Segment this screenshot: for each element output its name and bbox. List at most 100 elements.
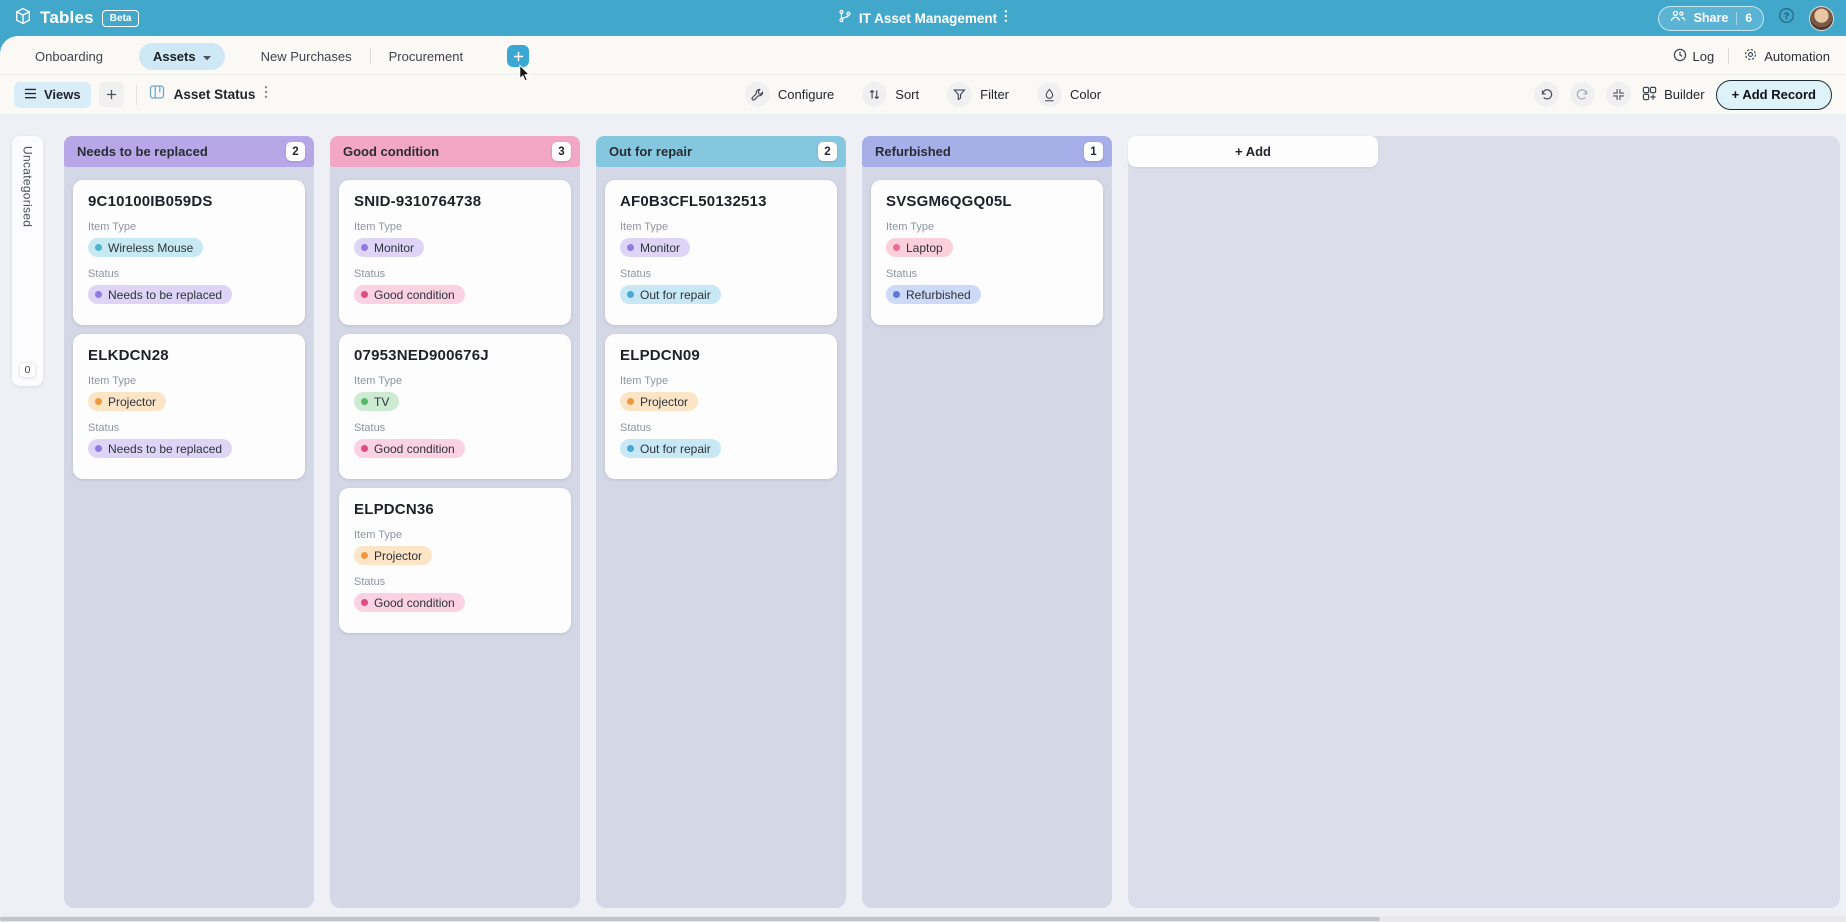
column-title: Out for repair — [609, 144, 693, 159]
pill-dot — [361, 552, 368, 559]
status-pill[interactable]: Needs to be replaced — [88, 439, 233, 458]
horizontal-scrollbar[interactable] — [0, 916, 1846, 922]
field-label-item-type: Item Type — [354, 221, 403, 233]
share-button[interactable]: Share 6 — [1657, 5, 1764, 31]
kanban-view-icon — [149, 84, 165, 105]
field-label-item-type: Item Type — [88, 375, 137, 387]
item-type-pill[interactable]: Projector — [620, 392, 699, 411]
status-pill[interactable]: Good condition — [354, 439, 465, 458]
beta-badge: Beta — [101, 9, 140, 27]
pill-label: Monitor — [640, 240, 681, 255]
view-menu-icon[interactable] — [264, 85, 268, 104]
sort-button[interactable]: Sort — [862, 82, 919, 107]
add-record-button[interactable]: + Add Record — [1715, 79, 1832, 110]
status-pill[interactable]: Good condition — [354, 285, 465, 304]
record-card[interactable]: ELPDCN36 Item Type Projector Status Good… — [339, 488, 571, 633]
pill-dot — [893, 291, 900, 298]
pill-label: Good condition — [374, 287, 455, 302]
branch-icon — [838, 9, 852, 28]
kanban-board: Uncategorised 0 Needs to be replaced 2 9… — [0, 114, 1846, 922]
column-header[interactable]: Needs to be replaced 2 — [64, 136, 314, 167]
pill-label: Wireless Mouse — [108, 240, 194, 255]
add-view-button[interactable] — [98, 82, 124, 107]
record-card[interactable]: SVSGM6QGQ05L Item Type Laptop Status Ref… — [871, 180, 1103, 325]
status-pill[interactable]: Out for repair — [620, 439, 721, 458]
record-card[interactable]: SNID-9310764738 Item Type Monitor Status… — [339, 180, 571, 325]
configure-label: Configure — [777, 87, 835, 102]
builder-button[interactable]: Builder — [1642, 86, 1705, 104]
automation-button[interactable]: Automation — [1743, 47, 1830, 65]
record-card[interactable]: ELPDCN09 Item Type Projector Status Out … — [605, 334, 837, 479]
column-header[interactable]: Refurbished 1 — [862, 136, 1112, 167]
item-type-pill[interactable]: Projector — [88, 392, 167, 411]
uncategorised-count-badge: 0 — [19, 362, 36, 378]
item-type-pill[interactable]: Projector — [354, 546, 433, 565]
add-stack-button[interactable]: + Add — [1128, 136, 1378, 167]
current-view-name[interactable]: Asset Status — [174, 87, 256, 102]
configure-button[interactable]: Configure — [744, 82, 835, 107]
record-card[interactable]: 07953NED900676J Item Type TV Status Good… — [339, 334, 571, 479]
log-label: Log — [1692, 48, 1715, 64]
item-type-pill[interactable]: TV — [354, 392, 400, 411]
scrollbar-thumb[interactable] — [0, 917, 1380, 921]
workspace-title-group[interactable]: IT Asset Management — [838, 0, 1008, 36]
redo-button[interactable] — [1570, 82, 1596, 107]
uncategorised-rail[interactable]: Uncategorised 0 — [12, 136, 43, 386]
pill-dot — [361, 445, 368, 452]
workspace-menu-icon[interactable] — [1004, 9, 1008, 28]
tabrow-right-divider — [1728, 48, 1730, 64]
pill-dot — [893, 244, 900, 251]
status-pill[interactable]: Good condition — [354, 593, 465, 612]
pill-dot — [361, 599, 368, 606]
kanban-column-needs-to-be-replaced: Needs to be replaced 2 9C10100IB059DS It… — [64, 136, 314, 908]
record-title: 9C10100IB059DS — [88, 193, 213, 210]
pill-dot — [361, 291, 368, 298]
undo-button[interactable] — [1534, 82, 1560, 107]
builder-label: Builder — [1664, 87, 1705, 102]
status-pill[interactable]: Needs to be replaced — [88, 285, 233, 304]
record-title: SVSGM6QGQ05L — [886, 193, 1012, 210]
pill-dot — [95, 398, 102, 405]
log-button[interactable]: Log — [1673, 48, 1715, 65]
field-label-item-type: Item Type — [886, 221, 935, 233]
status-pill[interactable]: Out for repair — [620, 285, 721, 304]
tab-procurement[interactable]: Procurement — [371, 49, 481, 64]
item-type-pill[interactable]: Monitor — [620, 238, 691, 257]
views-button[interactable]: Views — [14, 81, 91, 108]
field-label-status: Status — [88, 422, 120, 434]
field-label-item-type: Item Type — [354, 529, 403, 541]
status-pill[interactable]: Refurbished — [886, 285, 981, 304]
record-title: 07953NED900676J — [354, 347, 489, 364]
views-label: Views — [44, 87, 81, 102]
pill-dot — [627, 398, 634, 405]
column-header[interactable]: Good condition 3 — [330, 136, 580, 167]
item-type-pill[interactable]: Laptop — [886, 238, 953, 257]
field-label-status: Status — [88, 268, 120, 280]
tab-assets[interactable]: Assets — [138, 42, 225, 70]
pill-label: Needs to be replaced — [108, 441, 223, 456]
column-header[interactable]: Out for repair 2 — [596, 136, 846, 167]
column-title: Needs to be replaced — [77, 144, 208, 159]
record-card[interactable]: AF0B3CFL50132513 Item Type Monitor Statu… — [605, 180, 837, 325]
field-label-status: Status — [620, 268, 652, 280]
help-icon[interactable]: ? — [1778, 7, 1795, 29]
sort-label: Sort — [895, 87, 920, 102]
record-card[interactable]: 9C10100IB059DS Item Type Wireless Mouse … — [73, 180, 305, 325]
collapse-icon[interactable] — [1606, 82, 1632, 107]
pill-label: Needs to be replaced — [108, 287, 223, 302]
pill-dot — [627, 291, 634, 298]
pill-label: Laptop — [906, 240, 943, 255]
record-card[interactable]: ELKDCN28 Item Type Projector Status Need… — [73, 334, 305, 479]
user-avatar[interactable] — [1809, 5, 1834, 31]
tab-new-purchases[interactable]: New Purchases — [243, 49, 370, 64]
item-type-pill[interactable]: Wireless Mouse — [88, 238, 204, 257]
tab-onboarding[interactable]: Onboarding — [35, 49, 121, 64]
pill-dot — [627, 244, 634, 251]
kanban-column-refurbished: Refurbished 1 SVSGM6QGQ05L Item Type Lap… — [862, 136, 1112, 908]
filter-button[interactable]: Filter — [947, 82, 1009, 107]
color-button[interactable]: Color — [1037, 82, 1101, 107]
app-logo[interactable]: Tables Beta — [14, 7, 140, 30]
item-type-pill[interactable]: Monitor — [354, 238, 425, 257]
funnel-icon — [947, 82, 973, 107]
field-label-status: Status — [620, 422, 652, 434]
